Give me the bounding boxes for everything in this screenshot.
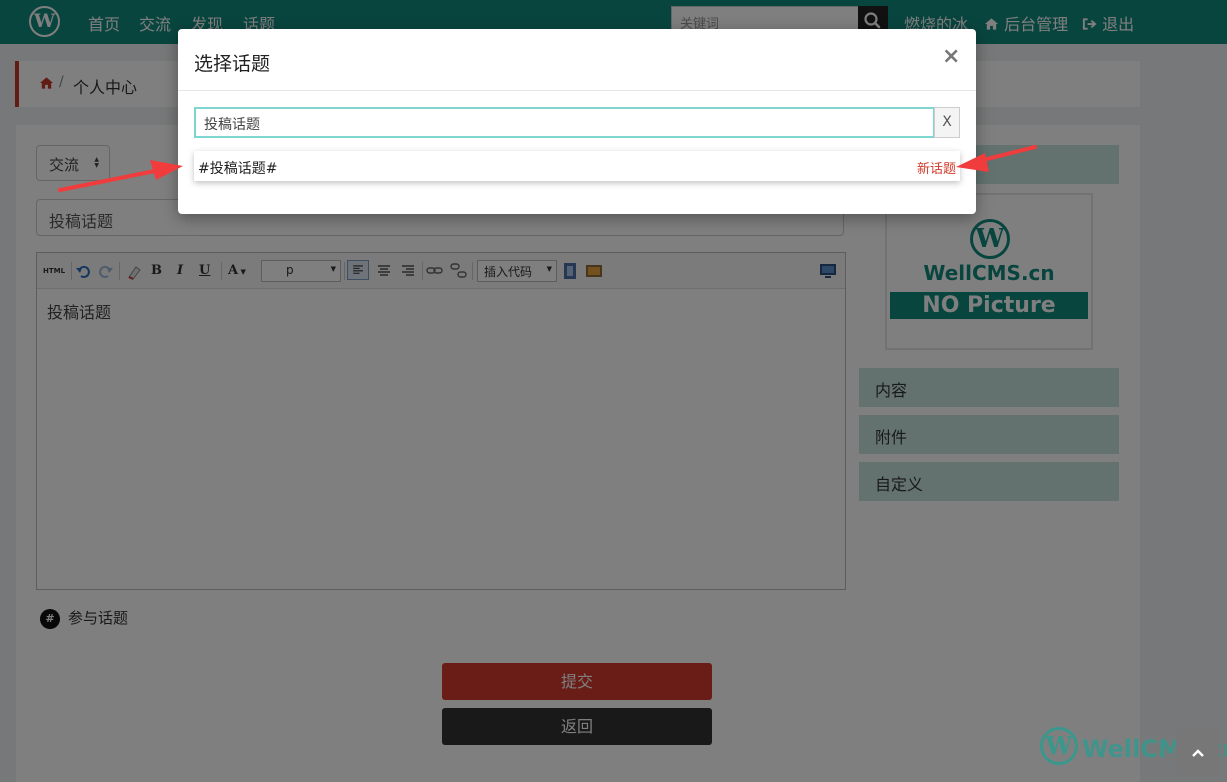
arrow-left-annotation — [58, 160, 183, 192]
annotation-arrows — [58, 145, 1037, 192]
arrow-right-annotation — [956, 145, 1037, 172]
